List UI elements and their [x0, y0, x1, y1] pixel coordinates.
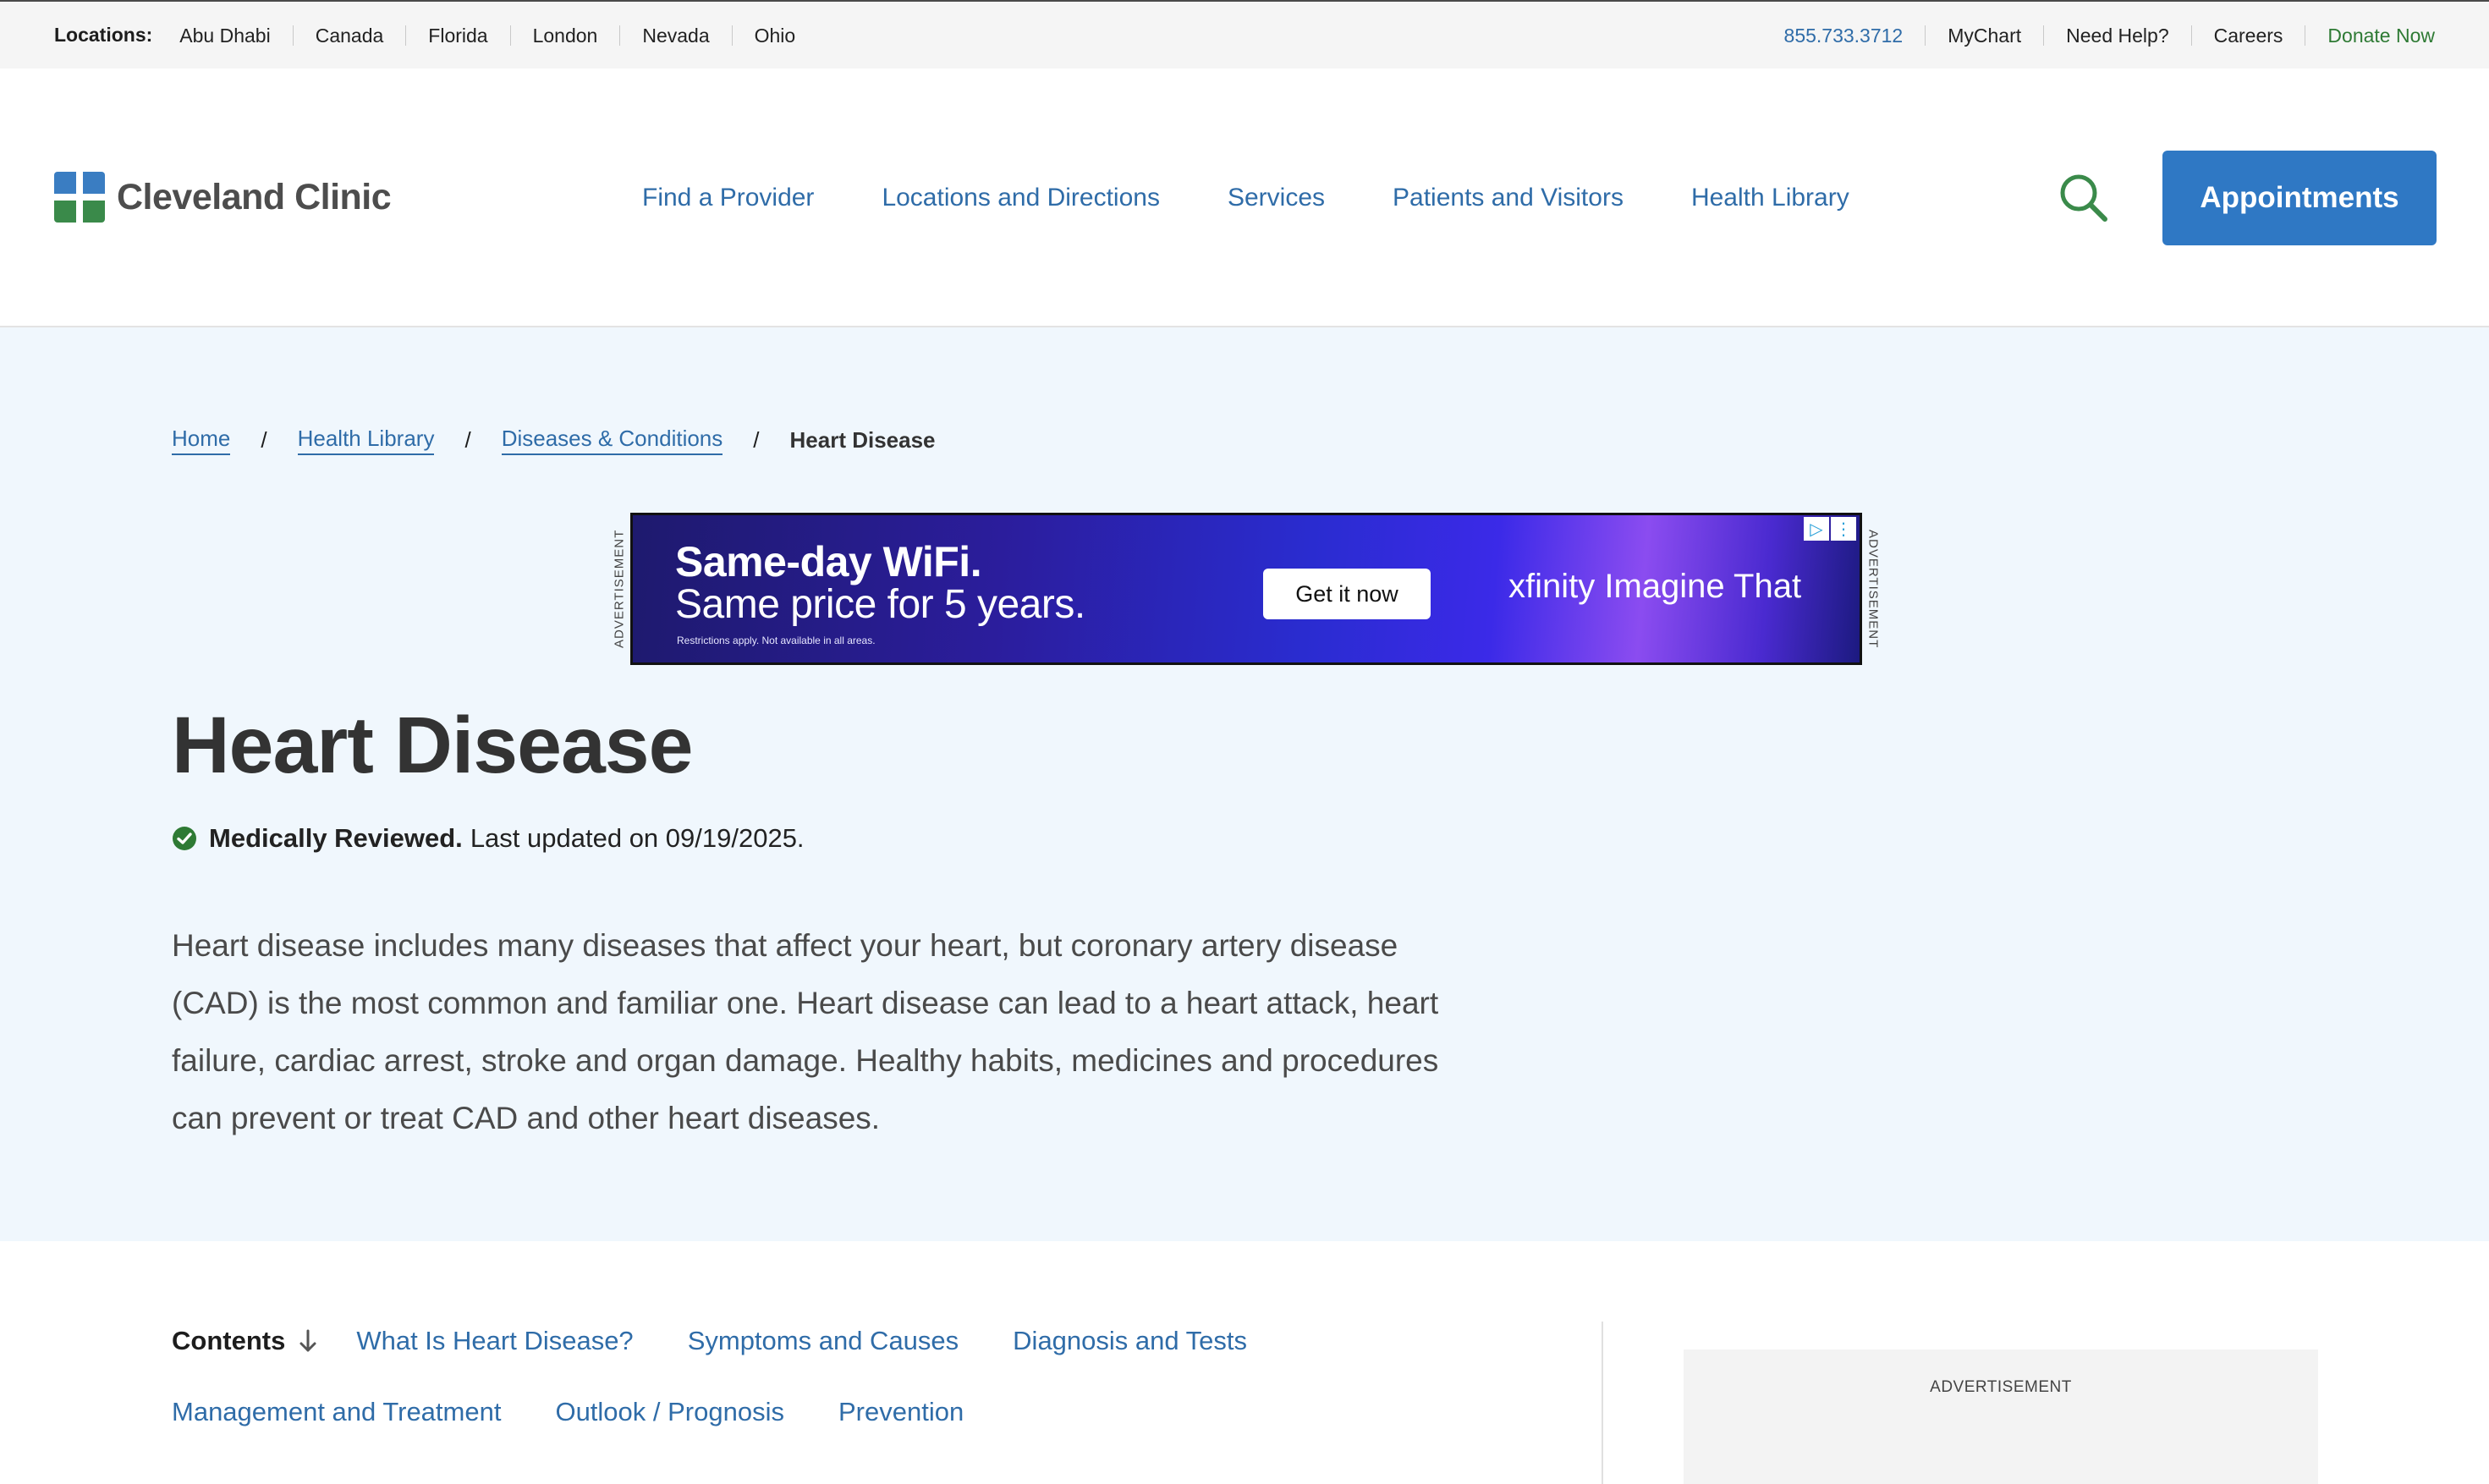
donate-link[interactable]: Donate Now [2305, 25, 2435, 46]
breadcrumb-home[interactable]: Home [172, 426, 231, 455]
nav-health-library[interactable]: Health Library [1691, 184, 1849, 212]
last-updated: Last updated on 09/19/2025. [470, 823, 805, 853]
ad-brand: xfinity Imagine That [1508, 568, 1802, 605]
table-of-contents: Contents What Is Heart Disease? Symptoms… [172, 1316, 1585, 1458]
contents-link-symptoms[interactable]: Symptoms and Causes [688, 1326, 959, 1356]
nav-locations-and-directions[interactable]: Locations and Directions [882, 184, 1160, 212]
breadcrumb-separator: / [464, 427, 471, 453]
ad-fine-print: Restrictions apply. Not available in all… [677, 635, 876, 646]
breadcrumb-separator: / [261, 427, 267, 453]
appointments-button[interactable]: Appointments [2162, 151, 2437, 245]
sidebar-ad-label: ADVERTISEMENT [1930, 1378, 2072, 1396]
reviewed-label: Medically Reviewed. [209, 823, 463, 853]
logo[interactable]: Cleveland Clinic [54, 172, 392, 223]
ad-banner[interactable]: Same-day WiFi. Same price for 5 years. R… [630, 513, 1862, 665]
main-header: Cleveland Clinic Find a Provider Locatio… [0, 69, 2489, 327]
locations-label: Locations: [54, 24, 153, 46]
check-circle-icon [173, 827, 196, 850]
location-canada[interactable]: Canada [292, 25, 406, 46]
sidebar-advertisement[interactable]: ADVERTISEMENT [1684, 1349, 2318, 1484]
ad-headline-2: Same price for 5 years. [675, 582, 1085, 627]
nav-patients-and-visitors[interactable]: Patients and Visitors [1393, 184, 1624, 212]
utility-links: 855.733.3712 MyChart Need Help? Careers … [1762, 25, 2435, 46]
ad-menu-icon[interactable]: ⋮ [1831, 517, 1856, 541]
utility-bar: Locations: Abu Dhabi Canada Florida Lond… [0, 0, 2489, 69]
contents-label-text: Contents [172, 1326, 286, 1355]
cleveland-clinic-logo-icon [54, 172, 105, 223]
contents-link-prevention[interactable]: Prevention [838, 1397, 964, 1427]
location-london[interactable]: London [509, 25, 620, 46]
content-divider [1602, 1322, 1603, 1484]
breadcrumb-diseases-conditions[interactable]: Diseases & Conditions [501, 426, 723, 455]
ad-choices[interactable]: ▷ ⋮ [1802, 517, 1856, 541]
arrow-down-icon [299, 1329, 316, 1352]
ad-choices-icon[interactable]: ▷ [1804, 517, 1829, 541]
contents-row: Management and Treatment Outlook / Progn… [172, 1387, 1585, 1437]
contents-row: Contents What Is Heart Disease? Symptoms… [172, 1316, 1585, 1366]
breadcrumb-current: Heart Disease [789, 427, 936, 453]
intro-paragraph: Heart disease includes many diseases tha… [172, 928, 1439, 1135]
nav-find-a-provider[interactable]: Find a Provider [642, 184, 814, 212]
search-icon [2060, 174, 2107, 222]
breadcrumb-health-library[interactable]: Health Library [297, 426, 435, 455]
ad-headline-1: Same-day WiFi. [675, 538, 982, 585]
breadcrumb: Home / Health Library / Diseases & Condi… [172, 426, 936, 455]
contents-link-management[interactable]: Management and Treatment [172, 1397, 501, 1427]
location-abu-dhabi[interactable]: Abu Dhabi [179, 25, 292, 46]
hero-section: Home / Health Library / Diseases & Condi… [0, 327, 2489, 1241]
contents-link-diagnosis[interactable]: Diagnosis and Tests [1013, 1326, 1247, 1356]
ad-label-left: ADVERTISEMENT [612, 529, 627, 649]
medically-reviewed: Medically Reviewed. Last updated on 09/1… [172, 823, 805, 854]
ad-label-right: ADVERTISEMENT [1865, 529, 1881, 649]
nav-services[interactable]: Services [1228, 184, 1325, 212]
search-button[interactable] [2058, 172, 2110, 224]
logo-text: Cleveland Clinic [117, 176, 392, 217]
phone-link[interactable]: 855.733.3712 [1762, 25, 1926, 46]
ad-cta-button[interactable]: Get it now [1263, 569, 1431, 619]
location-nevada[interactable]: Nevada [619, 25, 731, 46]
contents-link-what-is[interactable]: What Is Heart Disease? [356, 1326, 633, 1356]
location-florida[interactable]: Florida [405, 25, 509, 46]
breadcrumb-separator: / [753, 427, 760, 453]
careers-link[interactable]: Careers [2190, 25, 2305, 46]
location-ohio[interactable]: Ohio [731, 25, 818, 46]
locations-list: Locations: Abu Dhabi Canada Florida Lond… [54, 24, 817, 47]
need-help-link[interactable]: Need Help? [2043, 25, 2190, 46]
page-title: Heart Disease [172, 701, 693, 790]
primary-nav: Find a Provider Locations and Directions… [642, 184, 1849, 212]
mychart-link[interactable]: MyChart [1925, 25, 2043, 46]
top-advertisement: ADVERTISEMENT Same-day WiFi. Same price … [607, 513, 1885, 665]
contents-link-outlook[interactable]: Outlook / Prognosis [555, 1397, 784, 1427]
contents-label: Contents [172, 1326, 319, 1356]
